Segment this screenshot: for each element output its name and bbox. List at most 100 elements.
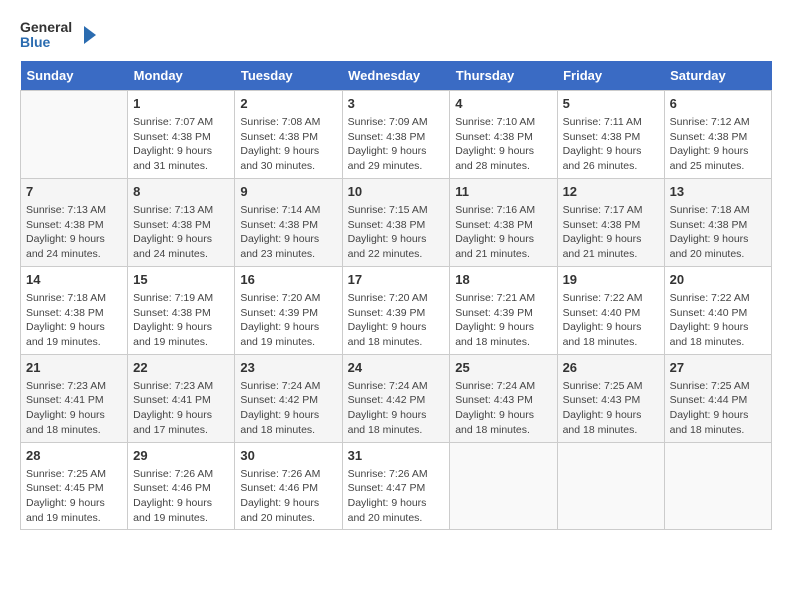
- calendar-cell: 26 Sunrise: 7:25 AMSunset: 4:43 PMDayligh…: [557, 354, 664, 442]
- day-info: Sunrise: 7:07 AMSunset: 4:38 PMDaylight:…: [133, 115, 229, 174]
- day-number: 15: [133, 271, 229, 289]
- calendar-header-row: SundayMondayTuesdayWednesdayThursdayFrid…: [21, 61, 772, 91]
- day-info: Sunrise: 7:24 AMSunset: 4:43 PMDaylight:…: [455, 379, 551, 438]
- calendar-cell: [664, 442, 771, 530]
- calendar-cell: 30 Sunrise: 7:26 AMSunset: 4:46 PMDayligh…: [235, 442, 342, 530]
- day-info: Sunrise: 7:26 AMSunset: 4:46 PMDaylight:…: [133, 467, 229, 526]
- day-number: 25: [455, 359, 551, 377]
- day-info: Sunrise: 7:25 AMSunset: 4:44 PMDaylight:…: [670, 379, 766, 438]
- day-number: 30: [240, 447, 336, 465]
- header-wednesday: Wednesday: [342, 61, 450, 91]
- calendar-cell: [557, 442, 664, 530]
- week-row-1: 1Sunrise: 7:07 AMSunset: 4:38 PMDaylight…: [21, 90, 772, 178]
- day-number: 23: [240, 359, 336, 377]
- day-info: Sunrise: 7:25 AMSunset: 4:43 PMDaylight:…: [563, 379, 659, 438]
- day-info: Sunrise: 7:23 AMSunset: 4:41 PMDaylight:…: [133, 379, 229, 438]
- calendar-cell: 6Sunrise: 7:12 AMSunset: 4:38 PMDaylight…: [664, 90, 771, 178]
- calendar-table: SundayMondayTuesdayWednesdayThursdayFrid…: [20, 61, 772, 531]
- day-info: Sunrise: 7:20 AMSunset: 4:39 PMDaylight:…: [348, 291, 445, 350]
- day-info: Sunrise: 7:15 AMSunset: 4:38 PMDaylight:…: [348, 203, 445, 262]
- day-info: Sunrise: 7:13 AMSunset: 4:38 PMDaylight:…: [133, 203, 229, 262]
- calendar-cell: 31Sunrise: 7:26 AMSunset: 4:47 PMDayligh…: [342, 442, 450, 530]
- day-number: 2: [240, 95, 336, 113]
- week-row-4: 21 Sunrise: 7:23 AMSunset: 4:41 PMDayligh…: [21, 354, 772, 442]
- header-friday: Friday: [557, 61, 664, 91]
- day-info: Sunrise: 7:20 AMSunset: 4:39 PMDaylight:…: [240, 291, 336, 350]
- day-number: 20: [670, 271, 766, 289]
- calendar-cell: 13Sunrise: 7:18 AMSunset: 4:38 PMDayligh…: [664, 178, 771, 266]
- logo: General Blue: [20, 20, 98, 51]
- day-number: 24: [348, 359, 445, 377]
- day-number: 27: [670, 359, 766, 377]
- day-number: 19: [563, 271, 659, 289]
- calendar-cell: 9 Sunrise: 7:14 AMSunset: 4:38 PMDaylight…: [235, 178, 342, 266]
- calendar-cell: 25 Sunrise: 7:24 AMSunset: 4:43 PMDayligh…: [450, 354, 557, 442]
- week-row-5: 28 Sunrise: 7:25 AMSunset: 4:45 PMDayligh…: [21, 442, 772, 530]
- calendar-cell: 24 Sunrise: 7:24 AMSunset: 4:42 PMDayligh…: [342, 354, 450, 442]
- day-info: Sunrise: 7:14 AMSunset: 4:38 PMDaylight:…: [240, 203, 336, 262]
- calendar-cell: 28 Sunrise: 7:25 AMSunset: 4:45 PMDayligh…: [21, 442, 128, 530]
- day-number: 17: [348, 271, 445, 289]
- header-monday: Monday: [128, 61, 235, 91]
- day-info: Sunrise: 7:26 AMSunset: 4:47 PMDaylight:…: [348, 467, 445, 526]
- header-saturday: Saturday: [664, 61, 771, 91]
- day-info: Sunrise: 7:25 AMSunset: 4:45 PMDaylight:…: [26, 467, 122, 526]
- day-number: 18: [455, 271, 551, 289]
- day-number: 22: [133, 359, 229, 377]
- calendar-cell: 14Sunrise: 7:18 AMSunset: 4:38 PMDayligh…: [21, 266, 128, 354]
- day-info: Sunrise: 7:21 AMSunset: 4:39 PMDaylight:…: [455, 291, 551, 350]
- day-number: 9: [240, 183, 336, 201]
- calendar-cell: 21 Sunrise: 7:23 AMSunset: 4:41 PMDayligh…: [21, 354, 128, 442]
- calendar-cell: 22 Sunrise: 7:23 AMSunset: 4:41 PMDayligh…: [128, 354, 235, 442]
- calendar-cell: 27 Sunrise: 7:25 AMSunset: 4:44 PMDayligh…: [664, 354, 771, 442]
- day-number: 16: [240, 271, 336, 289]
- calendar-cell: 17 Sunrise: 7:20 AMSunset: 4:39 PMDayligh…: [342, 266, 450, 354]
- day-number: 21: [26, 359, 122, 377]
- calendar-cell: 19 Sunrise: 7:22 AMSunset: 4:40 PMDayligh…: [557, 266, 664, 354]
- calendar-cell: 29 Sunrise: 7:26 AMSunset: 4:46 PMDayligh…: [128, 442, 235, 530]
- day-number: 26: [563, 359, 659, 377]
- logo-blue-text: Blue: [20, 35, 72, 50]
- calendar-cell: 8 Sunrise: 7:13 AMSunset: 4:38 PMDaylight…: [128, 178, 235, 266]
- calendar-cell: [450, 442, 557, 530]
- calendar-cell: 16 Sunrise: 7:20 AMSunset: 4:39 PMDayligh…: [235, 266, 342, 354]
- day-info: Sunrise: 7:16 AMSunset: 4:38 PMDaylight:…: [455, 203, 551, 262]
- day-info: Sunrise: 7:18 AMSunset: 4:38 PMDaylight:…: [26, 291, 122, 350]
- calendar-cell: 12Sunrise: 7:17 AMSunset: 4:38 PMDayligh…: [557, 178, 664, 266]
- day-number: 7: [26, 183, 122, 201]
- calendar-cell: 23 Sunrise: 7:24 AMSunset: 4:42 PMDayligh…: [235, 354, 342, 442]
- calendar-cell: 2 Sunrise: 7:08 AMSunset: 4:38 PMDaylight…: [235, 90, 342, 178]
- header-thursday: Thursday: [450, 61, 557, 91]
- calendar-cell: 4 Sunrise: 7:10 AMSunset: 4:38 PMDaylight…: [450, 90, 557, 178]
- day-info: Sunrise: 7:24 AMSunset: 4:42 PMDaylight:…: [348, 379, 445, 438]
- day-number: 4: [455, 95, 551, 113]
- day-number: 10: [348, 183, 445, 201]
- day-number: 28: [26, 447, 122, 465]
- calendar-cell: 20 Sunrise: 7:22 AMSunset: 4:40 PMDayligh…: [664, 266, 771, 354]
- header-tuesday: Tuesday: [235, 61, 342, 91]
- day-info: Sunrise: 7:26 AMSunset: 4:46 PMDaylight:…: [240, 467, 336, 526]
- day-number: 5: [563, 95, 659, 113]
- day-number: 29: [133, 447, 229, 465]
- day-info: Sunrise: 7:23 AMSunset: 4:41 PMDaylight:…: [26, 379, 122, 438]
- logo-arrow-icon: [76, 24, 98, 46]
- day-info: Sunrise: 7:22 AMSunset: 4:40 PMDaylight:…: [563, 291, 659, 350]
- calendar-cell: 1Sunrise: 7:07 AMSunset: 4:38 PMDaylight…: [128, 90, 235, 178]
- week-row-2: 7 Sunrise: 7:13 AMSunset: 4:38 PMDaylight…: [21, 178, 772, 266]
- day-info: Sunrise: 7:11 AMSunset: 4:38 PMDaylight:…: [563, 115, 659, 174]
- day-number: 11: [455, 183, 551, 201]
- logo-general-text: General: [20, 20, 72, 35]
- day-number: 8: [133, 183, 229, 201]
- calendar-cell: 7Sunrise: 7:13 AMSunset: 4:38 PMDaylight…: [21, 178, 128, 266]
- day-info: Sunrise: 7:10 AMSunset: 4:38 PMDaylight:…: [455, 115, 551, 174]
- calendar-cell: 11 Sunrise: 7:16 AMSunset: 4:38 PMDayligh…: [450, 178, 557, 266]
- header-sunday: Sunday: [21, 61, 128, 91]
- day-info: Sunrise: 7:08 AMSunset: 4:38 PMDaylight:…: [240, 115, 336, 174]
- day-info: Sunrise: 7:19 AMSunset: 4:38 PMDaylight:…: [133, 291, 229, 350]
- calendar-cell: 15 Sunrise: 7:19 AMSunset: 4:38 PMDayligh…: [128, 266, 235, 354]
- day-number: 6: [670, 95, 766, 113]
- day-info: Sunrise: 7:24 AMSunset: 4:42 PMDaylight:…: [240, 379, 336, 438]
- day-info: Sunrise: 7:22 AMSunset: 4:40 PMDaylight:…: [670, 291, 766, 350]
- day-number: 13: [670, 183, 766, 201]
- day-info: Sunrise: 7:17 AMSunset: 4:38 PMDaylight:…: [563, 203, 659, 262]
